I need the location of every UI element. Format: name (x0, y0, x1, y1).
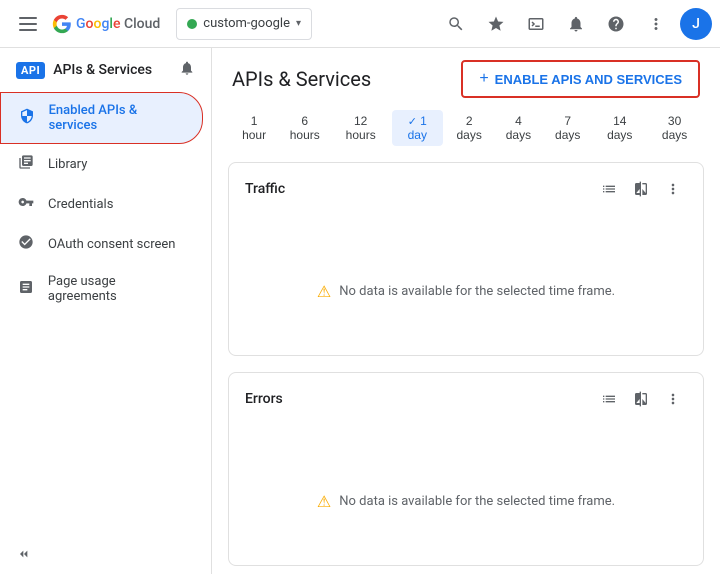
sidebar-label-enabled: Enabled APIs & services (49, 103, 186, 133)
enable-apis-button[interactable]: + ENABLE APIS AND SERVICES (461, 60, 700, 98)
enable-apis-label: ENABLE APIS AND SERVICES (495, 72, 682, 87)
search-button[interactable] (436, 4, 476, 44)
traffic-chart-card: Traffic ⚠ No data is available for (228, 162, 704, 356)
time-filter-12h[interactable]: 12 hours (333, 110, 388, 146)
sidebar-item-library[interactable]: Library (0, 144, 203, 184)
google-cloud-logo[interactable]: Google Cloud (52, 14, 160, 34)
errors-more-button[interactable] (659, 385, 687, 413)
help-icon (607, 15, 625, 33)
page-usage-icon (16, 279, 36, 299)
time-filter-6h[interactable]: 6 hours (280, 110, 329, 146)
page-layout: API APIs & Services Enabled APIs & servi… (0, 48, 720, 574)
sidebar-label-page-usage: Page usage agreements (48, 274, 187, 304)
more-vert-traffic-icon (665, 181, 681, 197)
time-filter-4d[interactable]: 4 days (496, 110, 541, 146)
time-filter-7d[interactable]: 7 days (545, 110, 590, 146)
google-logo-icon (52, 14, 72, 34)
more-vert-errors-icon (665, 391, 681, 407)
sidebar-title: APIs & Services (53, 62, 152, 78)
errors-no-data: ⚠ No data is available for the selected … (317, 492, 615, 511)
oauth-icon (16, 234, 36, 254)
project-dropdown-icon: ▾ (296, 18, 301, 29)
errors-compare-icon (633, 391, 649, 407)
traffic-compare-button[interactable] (627, 175, 655, 203)
more-vert-icon (647, 15, 665, 33)
time-filter-bar: 1 hour6 hours12 hours1 day2 days4 days7 … (212, 106, 720, 154)
traffic-chart-body: ⚠ No data is available for the selected … (229, 211, 703, 356)
errors-compare-button[interactable] (627, 385, 655, 413)
terminal-icon (527, 15, 545, 33)
sidebar-label-library: Library (48, 157, 87, 172)
sidebar-item-enabled[interactable]: Enabled APIs & services (0, 92, 203, 144)
google-cloud-text: Google Cloud (76, 16, 160, 32)
sidebar-label-credentials: Credentials (48, 197, 113, 212)
page-title: APIs & Services (232, 67, 371, 91)
time-filter-14d[interactable]: 14 days (594, 110, 645, 146)
project-selector[interactable]: custom-google ▾ (176, 8, 312, 40)
search-icon (447, 15, 465, 33)
ai-icon (487, 15, 505, 33)
traffic-chart-header: Traffic (229, 163, 703, 211)
errors-chart-title: Errors (245, 391, 283, 407)
project-name: custom-google (203, 16, 290, 31)
collapse-icon (16, 546, 32, 562)
traffic-legend-button[interactable] (595, 175, 623, 203)
main-content: APIs & Services + ENABLE APIS AND SERVIC… (212, 48, 720, 574)
sidebar-notifications-button[interactable] (179, 60, 195, 80)
enabled-icon (17, 108, 37, 128)
traffic-chart-title: Traffic (245, 181, 285, 197)
errors-legend-icon (601, 391, 617, 407)
time-filter-2d[interactable]: 2 days (447, 110, 492, 146)
sidebar-collapse-button[interactable] (16, 546, 195, 562)
sidebar-header: API APIs & Services (0, 48, 211, 92)
library-icon (16, 154, 36, 174)
traffic-no-data-text: No data is available for the selected ti… (339, 284, 615, 299)
traffic-chart-actions (595, 175, 687, 203)
notifications-icon (567, 15, 585, 33)
sidebar-label-oauth: OAuth consent screen (48, 237, 175, 252)
sidebar: API APIs & Services Enabled APIs & servi… (0, 48, 212, 574)
errors-legend-button[interactable] (595, 385, 623, 413)
errors-chart-header: Errors (229, 373, 703, 421)
errors-chart-body: ⚠ No data is available for the selected … (229, 421, 703, 566)
time-filter-1d[interactable]: 1 day (392, 110, 442, 146)
errors-chart-card: Errors ⚠ No data is available for (228, 372, 704, 566)
credentials-icon (16, 194, 36, 214)
help-button[interactable] (596, 4, 636, 44)
project-status-dot (187, 19, 197, 29)
sidebar-item-page-usage[interactable]: Page usage agreements (0, 264, 203, 314)
compare-icon (633, 181, 649, 197)
plus-icon: + (479, 70, 488, 88)
sidebar-item-credentials[interactable]: Credentials (0, 184, 203, 224)
notifications-button[interactable] (556, 4, 596, 44)
errors-no-data-text: No data is available for the selected ti… (339, 494, 615, 509)
sidebar-item-oauth[interactable]: OAuth consent screen (0, 224, 203, 264)
main-header: APIs & Services + ENABLE APIS AND SERVIC… (212, 48, 720, 106)
sidebar-nav: Enabled APIs & services Library Credenti… (0, 92, 211, 534)
traffic-more-button[interactable] (659, 175, 687, 203)
traffic-no-data: ⚠ No data is available for the selected … (317, 282, 615, 301)
bell-icon (179, 60, 195, 76)
terminal-button[interactable] (516, 4, 556, 44)
avatar[interactable]: J (680, 8, 712, 40)
traffic-warning-icon: ⚠ (317, 282, 331, 301)
api-badge: API (16, 62, 45, 79)
time-filter-1h[interactable]: 1 hour (232, 110, 276, 146)
errors-chart-actions (595, 385, 687, 413)
sidebar-footer (0, 534, 211, 574)
ai-button[interactable] (476, 4, 516, 44)
errors-warning-icon: ⚠ (317, 492, 331, 511)
menu-button[interactable] (8, 4, 48, 44)
top-nav: Google Cloud custom-google ▾ J (0, 0, 720, 48)
time-filter-30d[interactable]: 30 days (649, 110, 700, 146)
legend-icon (601, 181, 617, 197)
hamburger-icon (19, 17, 37, 31)
more-options-button[interactable] (636, 4, 676, 44)
